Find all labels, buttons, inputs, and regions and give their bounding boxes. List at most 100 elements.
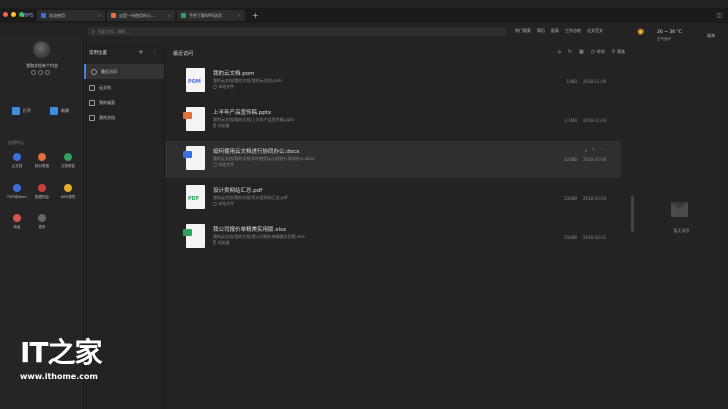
weather-temp: 26 ~ 36 °C — [657, 30, 682, 35]
search-input[interactable] — [97, 29, 298, 34]
file-name: 我公司报价单精美实用版.xlsx — [213, 227, 287, 233]
nav-item-label: 我的文档 — [99, 114, 115, 120]
share-icon[interactable]: ⇪ — [592, 147, 595, 152]
more-icon[interactable]: ⋯ — [600, 147, 604, 152]
nav-title: 常用位置 — [89, 51, 107, 56]
close-icon[interactable]: × — [98, 13, 101, 18]
file-date: 2018-11-03 — [583, 118, 607, 123]
username[interactable]: 我和文档有个约会 — [0, 63, 84, 69]
file-row[interactable]: POM 我的云文档.pom 我的云文档/我的文档/我的云文档.pom 🖵 本地文… — [165, 63, 621, 100]
file-row[interactable]: 上半年产品宣传稿.pptx 我的云文档/我的文档/上半年产品宣传稿.pptx ⎘… — [165, 102, 621, 139]
cloud-icon — [13, 153, 21, 161]
app-pdf-to-word[interactable]: PDF转Word — [6, 184, 28, 200]
file-date: 2018-10-06 — [583, 157, 607, 162]
link-report[interactable]: 报表 — [551, 28, 559, 34]
file-ext: PDF — [188, 196, 200, 202]
nav-item-cloud[interactable]: 云文档 — [84, 80, 164, 95]
open-button[interactable]: 打开 — [12, 107, 31, 115]
app-label: 数据恢复 — [35, 195, 49, 199]
minimize-window-button[interactable] — [11, 12, 16, 17]
new-tab-button[interactable]: + — [252, 11, 259, 20]
repair-icon — [64, 153, 72, 161]
add-location-button[interactable]: + — [138, 48, 144, 56]
nav-item-documents[interactable]: 我的文档 — [84, 110, 164, 125]
app-doc-repair[interactable]: 文档修复 — [57, 153, 79, 169]
recovery-icon — [38, 184, 46, 192]
grid-view-icon[interactable]: ▦ — [579, 49, 584, 55]
link-work-summary[interactable]: 工作总结 — [565, 28, 581, 34]
sort-time-button[interactable]: ◷ 时间 — [591, 49, 605, 55]
tab-label: 这是一份使用的示... — [119, 12, 155, 18]
word-badge-icon — [183, 151, 192, 158]
tab-welcome[interactable]: 欢迎使用 × — [37, 10, 106, 21]
app-wps-notes[interactable]: WPS便签 — [57, 184, 79, 200]
file-icon-pom: POM — [186, 68, 205, 92]
tab-bar: WPS 欢迎使用 × 这是一份使用的示... × 手把了解WPS选项 × + ◫ — [0, 8, 728, 23]
sheet-icon — [181, 13, 186, 18]
app-label: 更多 — [38, 225, 46, 229]
link-thesis[interactable]: 论文范文 — [587, 28, 603, 34]
file-name: 如何使用云文档进行协同办公.docx — [213, 149, 300, 155]
tab-label: 手把了解WPS选项 — [189, 12, 222, 18]
app-discuss[interactable]: 商量 — [6, 214, 28, 230]
refresh-icon[interactable]: ↻ — [568, 49, 572, 55]
trash-icon[interactable]: ⌂ — [558, 49, 561, 55]
air-quality: 空气良好 — [657, 37, 671, 41]
avatar[interactable] — [33, 41, 50, 58]
file-icon-xlsx — [183, 224, 205, 248]
search-icon: ⌕ — [92, 28, 95, 35]
new-label: 新建 — [61, 108, 69, 113]
user-status-icons — [31, 70, 50, 75]
pin-icon[interactable]: ⤓ — [585, 147, 587, 152]
recent-files-panel: 最近访问 ⌂ ↻ ▦ ◷ 时间 ⚲ 筛选 POM 我的云文档.pom 我的云文档… — [165, 45, 631, 409]
app-more[interactable]: 更多 — [31, 214, 53, 230]
file-row[interactable]: 我公司报价单精美实用版.xlsx 我的云文档/我的文档/我公司报价单精美实用版.… — [165, 219, 621, 256]
scrollbar[interactable] — [631, 196, 634, 232]
file-size: 230KB — [563, 196, 577, 201]
hot-search-label: 热门搜索 — [515, 28, 531, 33]
ppt-icon — [111, 13, 116, 18]
file-icon-docx — [183, 146, 205, 170]
file-location: 🖵 本地文件 — [213, 201, 235, 206]
ppt-badge-icon — [183, 112, 192, 119]
chat-icon — [13, 214, 21, 222]
open-label: 打开 — [23, 108, 31, 113]
close-window-button[interactable] — [3, 12, 8, 17]
file-name: 设计类网站汇总.pdf — [213, 188, 263, 194]
file-icon-pdf: PDF — [186, 185, 205, 209]
close-icon[interactable]: × — [168, 13, 171, 18]
app-check-table[interactable]: 核对表格 — [31, 153, 53, 169]
close-icon[interactable]: × — [238, 13, 241, 18]
row-actions: ⤓ ⇪ ⋯ — [585, 147, 604, 152]
app-cloud-doc[interactable]: 云文档 — [6, 153, 28, 169]
app-logo[interactable]: WPS — [22, 13, 33, 19]
nav-item-label: 云文档 — [99, 84, 111, 90]
more-options-icon[interactable]: ⋮ — [152, 49, 157, 55]
file-icon-pptx — [183, 107, 205, 131]
vip-icon[interactable] — [31, 70, 36, 75]
tab-ppt[interactable]: 这是一份使用的示... × — [107, 10, 176, 21]
file-size: 150KB — [563, 235, 577, 240]
tab-guide[interactable]: 手把了解WPS选项 × — [177, 10, 246, 21]
app-label: PDF转Word — [7, 195, 27, 199]
link-resume[interactable]: 简历 — [537, 28, 545, 34]
file-size: 10KB — [566, 79, 577, 84]
filter-button[interactable]: ⚲ 筛选 — [612, 49, 625, 55]
nav-item-desktop[interactable]: 我的桌面 — [84, 95, 164, 110]
file-location: 🖵 本地文件 — [213, 162, 235, 167]
weather-city[interactable]: 珠海 — [707, 33, 715, 39]
search-bar[interactable]: ⌕ — [88, 27, 506, 36]
file-row[interactable]: PDF 设计类网站汇总.pdf 我的云文档/我的文档/设计类网站汇总.pdf 🖵… — [165, 180, 621, 217]
file-name: 上半年产品宣传稿.pptx — [213, 110, 272, 116]
message-icon[interactable] — [38, 70, 43, 75]
file-name: 我的云文档.pom — [213, 71, 255, 77]
file-row[interactable]: 如何使用云文档进行协同办公.docx 我的云文档/我的文档/如何使用云文档进行协… — [165, 141, 621, 178]
new-file-icon — [50, 107, 58, 115]
excel-badge-icon — [183, 229, 192, 236]
app-label: 云文档 — [11, 164, 23, 168]
new-button[interactable]: 新建 — [50, 107, 69, 115]
nav-item-recent[interactable]: 最近访问 — [84, 64, 164, 79]
app-data-recovery[interactable]: 数据恢复 — [31, 184, 53, 200]
window-split-icon[interactable]: ◫ — [716, 12, 722, 19]
settings-icon[interactable] — [45, 70, 50, 75]
